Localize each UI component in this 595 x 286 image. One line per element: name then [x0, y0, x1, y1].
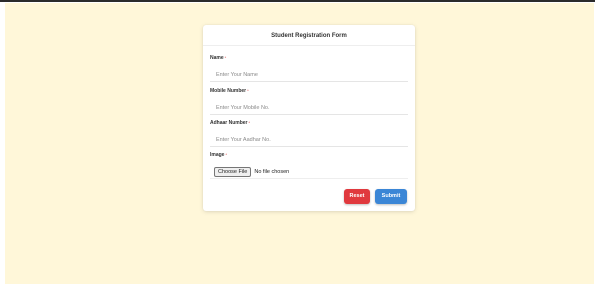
- form-title: Student Registration Form: [271, 33, 347, 39]
- required-marker: *: [247, 88, 249, 93]
- page: Student Registration Form Name* Mobile N…: [0, 0, 595, 286]
- image-label-text: Image: [210, 152, 225, 158]
- top-border: [0, 0, 595, 2]
- mobile-number-input[interactable]: [210, 101, 408, 115]
- title-divider: [203, 45, 415, 46]
- choose-file-button[interactable]: Choose File: [214, 166, 252, 177]
- registration-form-card: Student Registration Form Name* Mobile N…: [203, 25, 415, 211]
- required-marker: *: [224, 55, 227, 60]
- image-label: Image*: [210, 152, 227, 158]
- name-input[interactable]: [210, 68, 408, 82]
- file-status-text: No file chosen: [254, 168, 290, 175]
- name-label-text: Name: [210, 55, 224, 61]
- adhaar-number-input[interactable]: [210, 133, 408, 147]
- image-divider: [210, 178, 408, 179]
- mobile-number-label-text: Mobile Number: [210, 88, 247, 94]
- required-marker: *: [248, 120, 251, 125]
- image-file-input: Choose File No file chosen: [214, 166, 289, 177]
- mobile-number-label: Mobile Number*: [210, 88, 249, 94]
- submit-button[interactable]: Submit: [375, 189, 407, 204]
- reset-button[interactable]: Reset: [344, 189, 370, 204]
- adhaar-number-label: Adhaar Number*: [210, 120, 250, 126]
- page-background: Student Registration Form Name* Mobile N…: [5, 3, 594, 284]
- adhaar-number-label-text: Adhaar Number: [210, 120, 248, 126]
- required-marker: *: [225, 152, 228, 157]
- name-label: Name*: [210, 55, 226, 61]
